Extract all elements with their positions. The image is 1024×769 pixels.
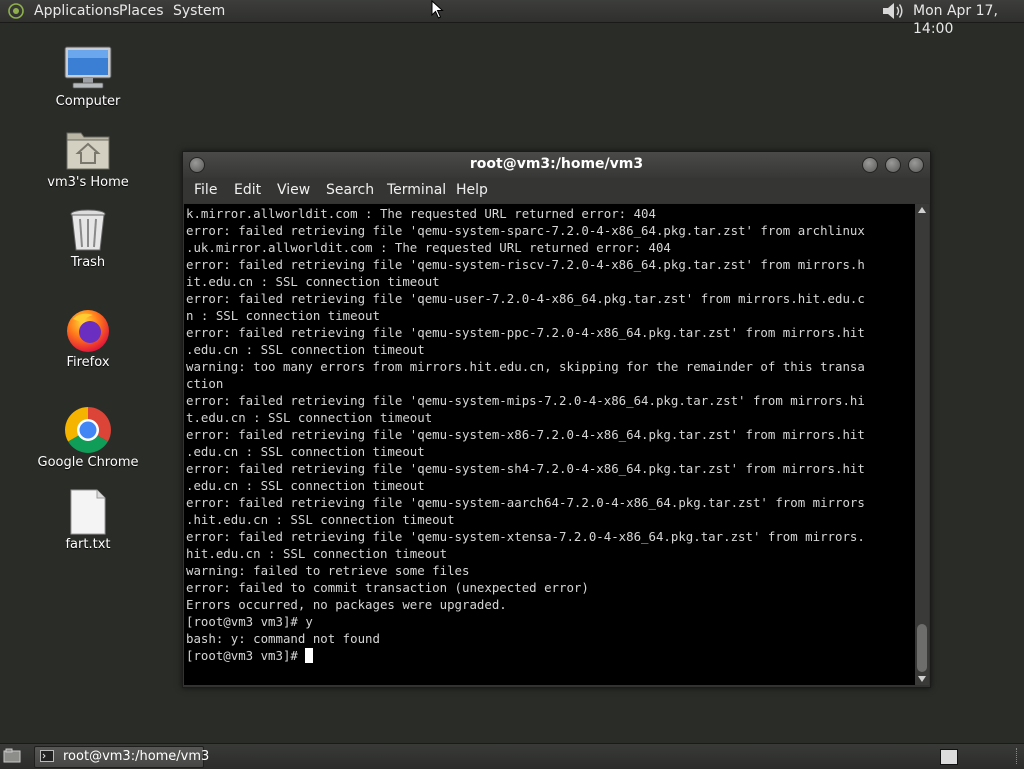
menu-view[interactable]: View [277, 182, 310, 198]
terminal-line: ction [186, 376, 224, 391]
terminal-line: error: failed to commit transaction (une… [186, 580, 589, 595]
terminal-line: error: failed retrieving file 'qemu-user… [186, 291, 865, 306]
terminal-output[interactable]: k.mirror.allworldit.com : The requested … [184, 204, 915, 685]
terminal-line: error: failed retrieving file 'qemu-syst… [186, 325, 865, 340]
desktop-icon-label: Google Chrome [37, 455, 139, 470]
minimize-button[interactable] [862, 157, 878, 173]
menu-help[interactable]: Help [456, 182, 488, 198]
applications-menu[interactable]: Applications [34, 2, 120, 20]
terminal-line: Errors occurred, no packages were upgrad… [186, 597, 507, 612]
terminal-line: warning: failed to retrieve some files [186, 563, 470, 578]
terminal-line: .edu.cn : SSL connection timeout [186, 342, 425, 357]
desktop-icon-trash[interactable]: Trash [33, 207, 143, 270]
desktop-icon-fart-txt[interactable]: fart.txt [33, 489, 143, 552]
terminal-line: warning: too many errors from mirrors.hi… [186, 359, 865, 374]
terminal-line: error: failed retrieving file 'qemu-syst… [186, 461, 865, 476]
terminal-line: bash: y: command not found [186, 631, 380, 646]
terminal-line: [root@vm3 vm3]# y [186, 614, 313, 629]
text-cursor [305, 648, 314, 663]
system-menu[interactable]: System [173, 2, 225, 20]
terminal-line: .uk.mirror.allworldit.com : The requeste… [186, 240, 671, 255]
terminal-scrollbar[interactable] [915, 204, 929, 685]
mouse-pointer-icon [431, 0, 444, 19]
menu-terminal[interactable]: Terminal [387, 182, 446, 198]
terminal-line: error: failed retrieving file 'qemu-syst… [186, 495, 865, 510]
scroll-up-arrow-icon[interactable] [918, 207, 926, 213]
workspace-switcher[interactable] [940, 749, 958, 765]
scrollbar-thumb[interactable] [917, 624, 927, 672]
desktop-icon-label: vm3's Home [47, 175, 129, 190]
menu-edit[interactable]: Edit [234, 182, 261, 198]
trash-icon [70, 209, 106, 251]
desktop-icon-chrome[interactable]: Google Chrome [33, 407, 143, 470]
distro-logo-icon[interactable] [6, 2, 26, 20]
close-button[interactable] [908, 157, 924, 173]
window-titlebar[interactable]: root@vm3:/home/vm3 [183, 152, 930, 178]
show-desktop-icon[interactable] [3, 748, 21, 764]
volume-icon[interactable] [880, 1, 906, 21]
menu-file[interactable]: File [194, 182, 217, 198]
home-folder-icon [66, 132, 110, 170]
terminal-line: error: failed retrieving file 'qemu-syst… [186, 257, 865, 272]
terminal-prompt: [root@vm3 vm3]# [186, 648, 306, 663]
terminal-line: error: failed retrieving file 'qemu-syst… [186, 223, 865, 238]
terminal-line: .edu.cn : SSL connection timeout [186, 478, 425, 493]
desktop-icon-label: Computer [55, 94, 121, 109]
terminal-text: k.mirror.allworldit.com : The requested … [184, 204, 915, 664]
terminal-line: it.edu.cn : SSL connection timeout [186, 274, 440, 289]
terminal-line: k.mirror.allworldit.com : The requested … [186, 206, 656, 221]
firefox-icon [67, 310, 109, 352]
places-menu[interactable]: Places [119, 2, 164, 20]
taskbar-item-terminal[interactable]: root@vm3:/home/vm3 [34, 746, 209, 768]
top-panel: Applications Places System Mon Apr 17, 1… [0, 0, 1024, 37]
terminal-menubar: File Edit View Search Terminal Help [183, 178, 930, 203]
terminal-line: n : SSL connection timeout [186, 308, 380, 323]
menu-search[interactable]: Search [326, 182, 374, 198]
terminal-window[interactable]: root@vm3:/home/vm3 File Edit View Search… [182, 151, 931, 688]
desktop-icon-label: Firefox [66, 355, 110, 370]
desktop-icon-computer[interactable]: Computer [33, 46, 143, 109]
terminal-icon [40, 750, 54, 762]
terminal-line: error: failed retrieving file 'qemu-syst… [186, 529, 865, 544]
panel-handle[interactable] [1016, 748, 1021, 764]
bottom-panel: root@vm3:/home/vm3 [0, 743, 1024, 769]
terminal-line: .hit.edu.cn : SSL connection timeout [186, 512, 455, 527]
scroll-down-arrow-icon[interactable] [918, 676, 926, 682]
terminal-line: .edu.cn : SSL connection timeout [186, 444, 425, 459]
window-title: root@vm3:/home/vm3 [469, 156, 644, 172]
desktop-icon-label: fart.txt [65, 537, 111, 552]
terminal-line: error: failed retrieving file 'qemu-syst… [186, 393, 865, 408]
clock[interactable]: Mon Apr 17, 14:00 [913, 2, 1024, 37]
maximize-button[interactable] [885, 157, 901, 173]
taskbar-item-label: root@vm3:/home/vm3 [63, 749, 210, 764]
computer-icon [64, 46, 112, 89]
desktop-icon-home[interactable]: vm3's Home [33, 127, 143, 190]
terminal-line: error: failed retrieving file 'qemu-syst… [186, 427, 865, 442]
terminal-line: t.edu.cn : SSL connection timeout [186, 410, 433, 425]
desktop-icon-firefox[interactable]: Firefox [33, 307, 143, 370]
desktop-icon-label: Trash [70, 255, 106, 270]
text-file-icon [70, 489, 106, 535]
terminal-line: hit.edu.cn : SSL connection timeout [186, 546, 448, 561]
chrome-icon [65, 407, 111, 453]
